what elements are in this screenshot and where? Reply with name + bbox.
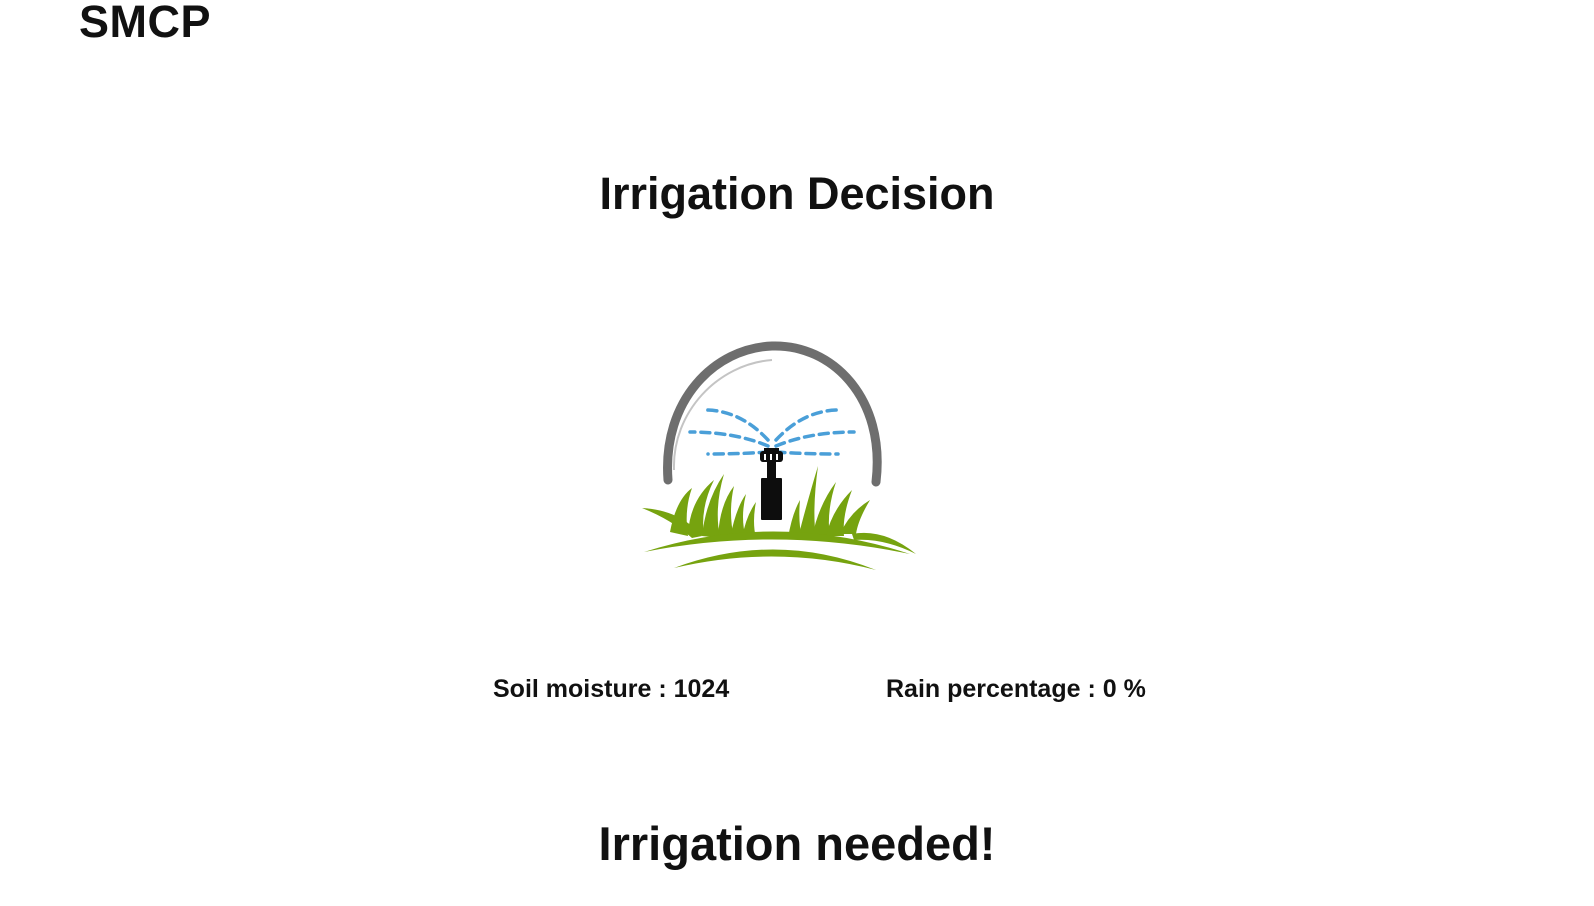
lawn-sprinkler-icon [640,340,920,580]
lawn-sprinkler-graphic [642,341,916,570]
irrigation-decision-text: Irrigation needed! [598,817,996,870]
grass-left [642,474,756,538]
rain-percentage-label: Rain percentage [886,675,1081,703]
soil-moisture-separator: : [658,675,674,703]
rain-percentage-separator: : [1087,675,1103,703]
soil-moisture-reading: Soil moisture : 1024 [493,671,729,707]
soil-moisture-value: 1024 [673,675,730,703]
page: SMCP Irrigation Decision Soil moisture:… [0,0,1594,906]
soil-moisture-label: Soil moisture [493,675,652,703]
brand-title: SMCP [79,0,212,47]
rain-percentage-unit: % [1123,675,1146,703]
sensor-readings: Soil moisture : 1024 Rain percentage : 0… [0,671,1594,707]
water-spray-left [688,408,770,456]
water-spray-right [774,408,856,456]
ground-arc-lower [674,549,876,570]
rain-percentage-reading: Rain percentage : 0 % [886,671,1146,707]
rain-percentage-value: 0 [1102,675,1117,703]
page-title: Irrigation Decision [599,168,995,219]
